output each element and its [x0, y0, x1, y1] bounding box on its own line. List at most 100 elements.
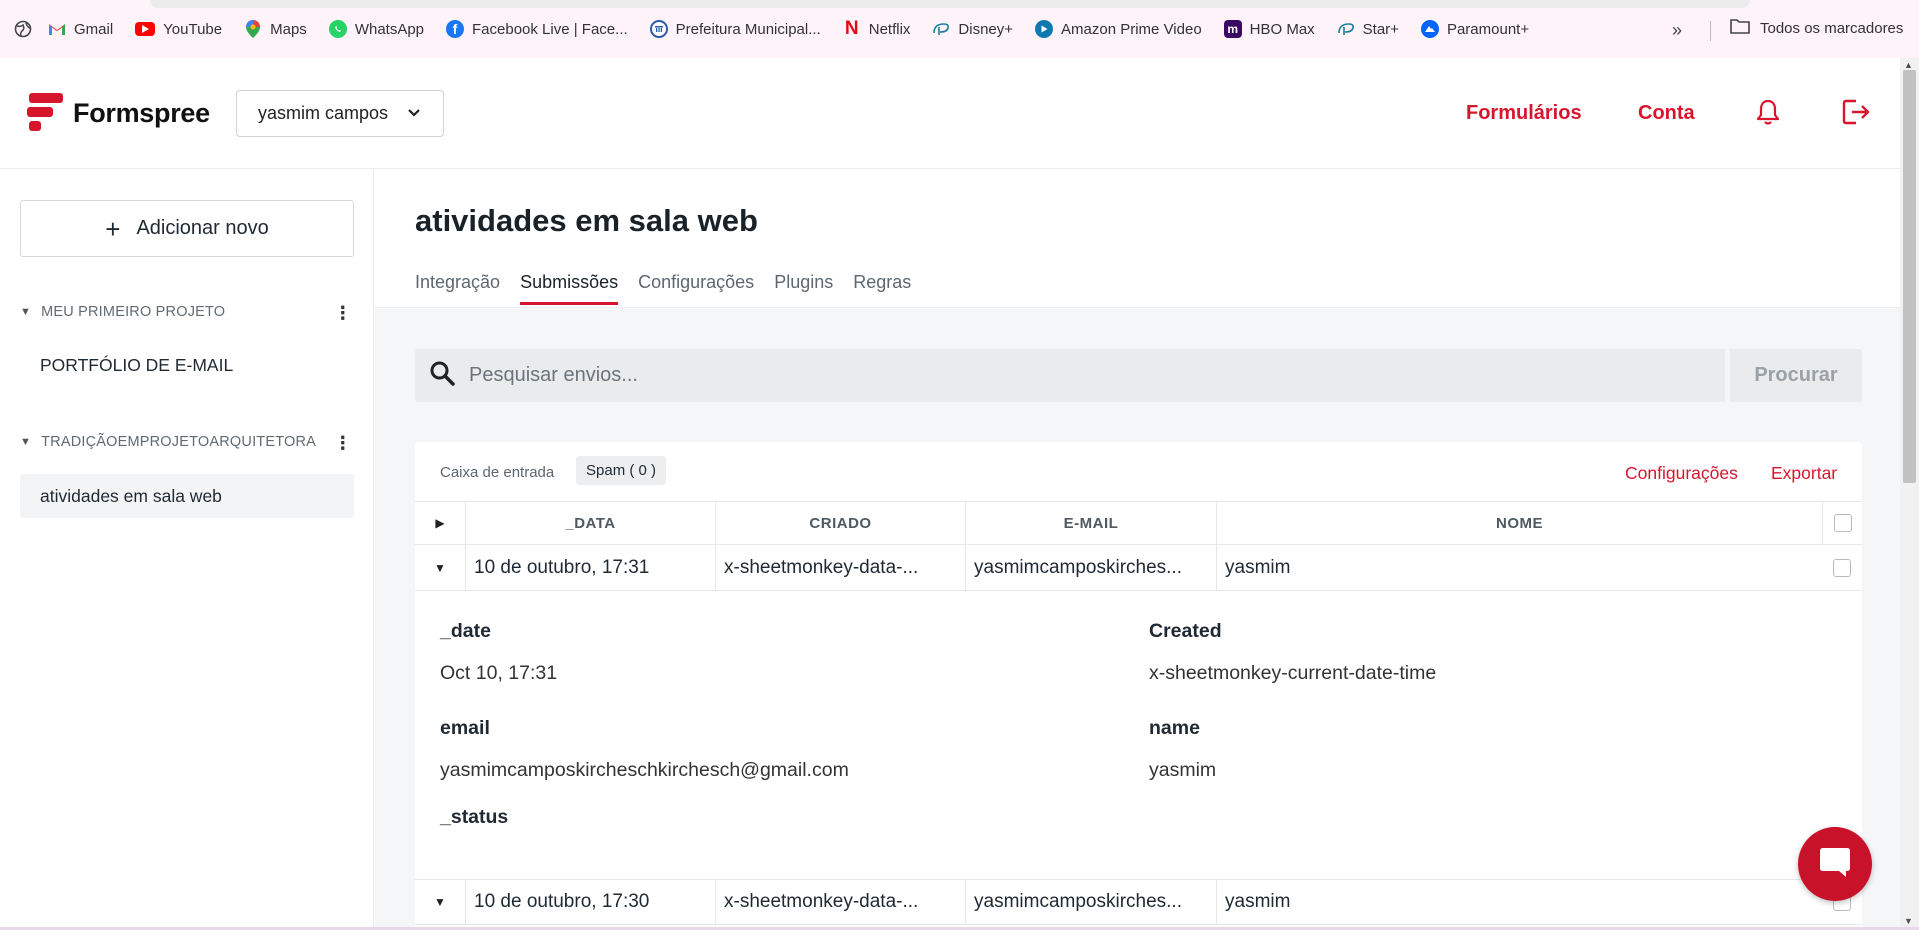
column-header-created[interactable]: CRIADO: [715, 502, 965, 544]
formspree-logo-icon: [27, 93, 63, 133]
expand-all-icon[interactable]: ▶: [415, 502, 465, 544]
detail-label-name: name: [1149, 717, 1200, 739]
netflix-icon: N: [844, 18, 859, 39]
kebab-menu-icon[interactable]: ⋮: [334, 433, 352, 454]
youtube-icon: [135, 22, 156, 36]
logout-icon[interactable]: [1841, 98, 1871, 131]
select-all-checkbox[interactable]: [1833, 514, 1852, 532]
bell-icon[interactable]: [1755, 98, 1781, 131]
whatsapp-icon: [328, 20, 347, 38]
bookmark-disney[interactable]: Disney+: [932, 20, 1013, 38]
export-link[interactable]: Exportar: [1771, 463, 1837, 484]
app-header: Formspree yasmim campos Formulários Cont…: [0, 58, 1900, 169]
bookmark-label: Gmail: [74, 20, 114, 38]
collapse-triangle-icon: ▼: [20, 306, 32, 318]
nav-account[interactable]: Conta: [1638, 102, 1695, 125]
spam-filter[interactable]: Spam ( 0 ): [576, 456, 667, 485]
tab-submissoes[interactable]: Submissões: [520, 272, 619, 305]
bookmark-youtube[interactable]: YouTube: [135, 21, 222, 38]
chat-widget-button[interactable]: [1798, 827, 1872, 901]
row-date: 10 de outubro, 17:30: [465, 880, 715, 924]
project-header-1[interactable]: ▼ MEU PRIMEIRO PROJETO ⋮: [20, 303, 354, 323]
settings-link[interactable]: Configurações: [1625, 463, 1738, 484]
collapse-row-icon[interactable]: ▼: [415, 545, 465, 590]
row-email: yasmimcamposkirches...: [965, 880, 1216, 924]
bookmark-whatsapp[interactable]: WhatsApp: [328, 20, 425, 38]
detail-value-created: x-sheetmonkey-current-date-time: [1149, 662, 1437, 684]
kebab-menu-icon[interactable]: ⋮: [334, 303, 352, 324]
detail-label-date: _date: [440, 620, 491, 642]
page-scrollbar[interactable]: ▲ ▼: [1900, 58, 1919, 930]
bookmark-label: YouTube: [163, 20, 223, 38]
bookmark-label: Netflix: [868, 20, 911, 38]
column-header-email[interactable]: E-MAIL: [965, 502, 1216, 544]
prime-video-icon: [1035, 20, 1054, 38]
row-select-cell: [1822, 545, 1862, 590]
row-name: yasmim: [1216, 880, 1822, 924]
globe-icon[interactable]: [14, 20, 32, 38]
form-tabs: Integração Submissões Configurações Plug…: [415, 272, 911, 305]
bookmark-maps[interactable]: Maps: [244, 20, 307, 38]
panel-toolbar: Caixa de entrada Spam ( 0 ) Configuraçõe…: [415, 442, 1862, 500]
bookmark-hbo-max[interactable]: m HBO Max: [1223, 20, 1315, 38]
sidebar-item-atividades[interactable]: atividades em sala web: [20, 474, 354, 518]
table-row[interactable]: ▼ 10 de outubro, 17:31 x-sheetmonkey-dat…: [415, 545, 1862, 591]
sidebar-item-portfolio[interactable]: PORTFÓLIO DE E-MAIL: [20, 343, 354, 387]
plus-icon: +: [105, 213, 121, 244]
tab-regras[interactable]: Regras: [853, 272, 911, 305]
more-bookmarks-icon[interactable]: »: [1672, 20, 1682, 41]
detail-label-created: Created: [1149, 620, 1222, 642]
bookmark-label: Maps: [270, 20, 307, 38]
add-new-button[interactable]: + Adicionar novo: [20, 200, 354, 257]
tab-plugins[interactable]: Plugins: [774, 272, 833, 305]
bookmark-prime-video[interactable]: Amazon Prime Video: [1035, 20, 1202, 38]
column-header-name[interactable]: NOME: [1216, 502, 1822, 544]
prefeitura-icon: [649, 20, 668, 38]
project-header-2[interactable]: ▼ TRADIÇÃOEMPROJETOARQUITETORA ⋮: [20, 433, 354, 453]
bookmark-prefeitura[interactable]: Prefeitura Municipal...: [649, 20, 821, 38]
row-checkbox[interactable]: [1833, 558, 1851, 577]
column-header-date[interactable]: _DATA: [465, 502, 715, 544]
brand-name: Formspree: [73, 97, 210, 128]
bookmark-star-plus[interactable]: Star+: [1337, 20, 1399, 38]
all-bookmarks-button[interactable]: Todos os marcadores: [1730, 18, 1903, 38]
hbo-max-icon: m: [1223, 20, 1242, 38]
detail-value-name: yasmim: [1149, 759, 1217, 781]
detail-value-email: yasmimcamposkirchesch​kirchesch@gmail.co…: [440, 759, 849, 781]
bookmark-label: Paramount+: [1446, 20, 1530, 38]
facebook-icon: f: [446, 20, 465, 38]
chevron-down-icon: [407, 103, 421, 128]
scroll-up-arrow-icon[interactable]: ▲: [1904, 60, 1913, 70]
inbox-filter[interactable]: Caixa de entrada: [440, 464, 554, 481]
tab-configuracoes[interactable]: Configurações: [638, 272, 754, 305]
bookmark-label: WhatsApp: [354, 20, 425, 38]
table-header: ▶ _DATA CRIADO E-MAIL NOME: [415, 501, 1862, 545]
nav-forms[interactable]: Formulários: [1466, 102, 1582, 125]
chat-bubble-icon: [1815, 842, 1855, 887]
search-input[interactable]: [469, 364, 1669, 387]
row-created: x-sheetmonkey-data-...: [715, 545, 965, 590]
tab-integracao[interactable]: Integração: [415, 272, 500, 305]
search-field: [415, 349, 1725, 402]
folder-icon: [1730, 18, 1750, 38]
select-all-cell: [1822, 502, 1862, 544]
project-name: MEU PRIMEIRO PROJETO: [41, 304, 226, 320]
bookmark-facebook[interactable]: f Facebook Live | Face...: [446, 20, 628, 38]
account-selector[interactable]: yasmim campos: [236, 90, 444, 137]
star-plus-icon: [1337, 20, 1355, 38]
scroll-down-arrow-icon[interactable]: ▼: [1904, 916, 1913, 926]
bookmark-netflix[interactable]: N Netflix: [843, 18, 911, 39]
table-row[interactable]: ▼ 10 de outubro, 17:30 x-sheetmonkey-dat…: [415, 879, 1862, 925]
sidebar: + Adicionar novo ▼ MEU PRIMEIRO PROJETO …: [0, 170, 374, 930]
search-bar: Procurar: [415, 349, 1862, 402]
brand-logo[interactable]: Formspree: [27, 93, 210, 133]
bookmark-gmail[interactable]: Gmail: [48, 20, 113, 38]
row-name: yasmim: [1216, 545, 1822, 590]
form-header: atividades em sala web Integração Submis…: [375, 170, 1900, 308]
search-button[interactable]: Procurar: [1730, 349, 1862, 402]
collapse-row-icon[interactable]: ▼: [415, 880, 465, 924]
collapse-triangle-icon: ▼: [20, 436, 32, 448]
bookmark-paramount[interactable]: Paramount+: [1420, 20, 1530, 38]
submission-detail: _date Oct 10, 17:31 Created x-sheetmonke…: [415, 591, 1862, 875]
scrollbar-thumb[interactable]: [1903, 70, 1916, 483]
